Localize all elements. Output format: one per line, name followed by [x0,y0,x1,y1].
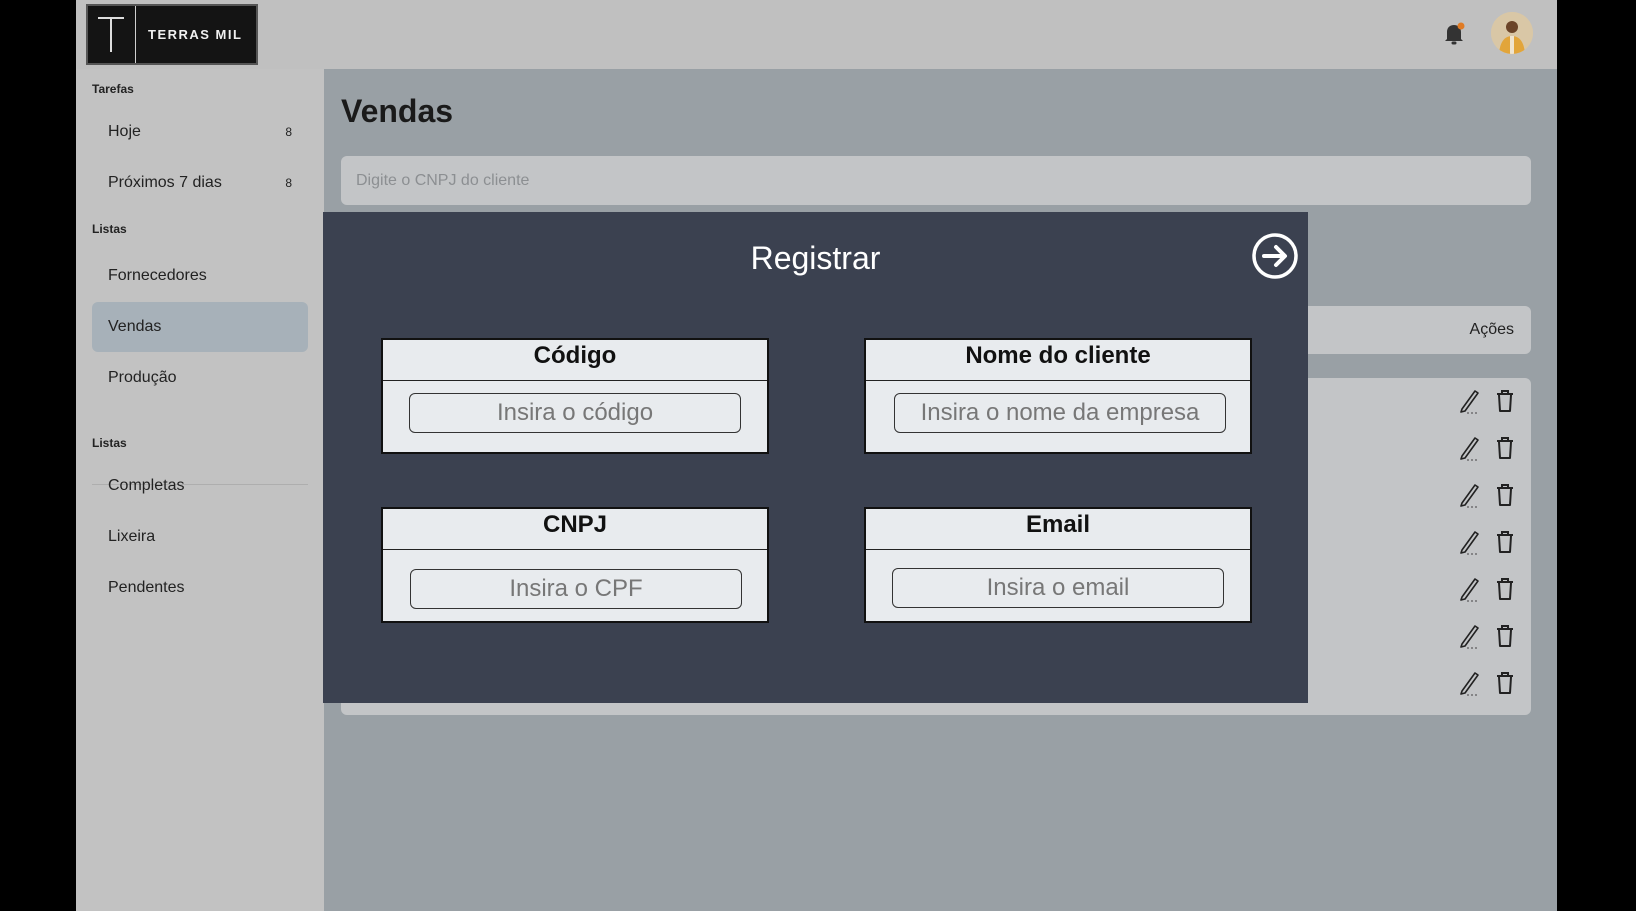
pencil-icon[interactable] [1458,529,1482,555]
sidebar-item-label: Lixeira [108,528,156,545]
top-bar: TERRAS MIL [76,0,1557,69]
trash-icon[interactable] [1494,624,1516,648]
trash-icon[interactable] [1494,389,1516,413]
sidebar-section-title-tarefas: Tarefas [92,82,134,96]
email-field: Email [864,507,1252,623]
cnpj-label: CNPJ [383,509,767,550]
pencil-icon[interactable] [1458,576,1482,602]
trash-icon[interactable] [1494,577,1516,601]
pencil-icon[interactable] [1458,670,1482,696]
sidebar-section-title-listas-2: Listas [92,436,127,450]
sidebar: Tarefas Hoje 8 Próximos 7 dias 8 Listas … [76,69,324,911]
nome-cliente-label: Nome do cliente [866,340,1250,381]
user-avatar[interactable] [1491,12,1533,54]
codigo-label: Código [383,340,767,381]
codigo-input[interactable] [409,393,741,433]
cnpj-search-input[interactable] [341,156,1531,205]
brand-logo[interactable]: TERRAS MIL [86,4,258,65]
sidebar-item-label: Pendentes [108,579,185,596]
sidebar-item-label: Hoje [108,123,141,140]
sidebar-item-count: 8 [285,176,292,190]
sidebar-item-label: Fornecedores [108,267,207,284]
sidebar-item-fornecedores[interactable]: Fornecedores [92,251,308,301]
trash-icon[interactable] [1494,436,1516,460]
bell-icon[interactable] [1441,20,1467,46]
trash-icon[interactable] [1494,530,1516,554]
sidebar-section-title-listas: Listas [92,222,127,236]
logo-mark-icon [88,6,136,63]
email-label: Email [866,509,1250,550]
sidebar-item-proximos-7-dias[interactable]: Próximos 7 dias 8 [92,158,308,208]
pencil-icon[interactable] [1458,482,1482,508]
email-input[interactable] [892,568,1224,608]
sidebar-item-producao[interactable]: Produção [92,353,308,403]
pencil-icon[interactable] [1458,388,1482,414]
sidebar-item-label: Vendas [108,318,162,335]
modal-title: Registrar [750,240,881,276]
sidebar-item-label: Produção [108,369,177,386]
brand-name: TERRAS MIL [148,27,243,42]
sidebar-item-count: 8 [285,125,292,139]
cnpj-field: CNPJ [381,507,769,623]
register-modal: Registrar Código Nome do cliente CNPJ Em… [323,212,1308,703]
pencil-icon[interactable] [1458,623,1482,649]
sidebar-item-lixeira[interactable]: Lixeira [92,512,308,562]
arrow-right-circle-icon[interactable] [1251,232,1299,280]
nome-cliente-field: Nome do cliente [864,338,1252,454]
sidebar-item-pendentes[interactable]: Pendentes [92,563,308,613]
sidebar-item-hoje[interactable]: Hoje 8 [92,107,308,157]
sidebar-item-label: Completas [108,477,185,494]
page-title: Vendas [341,93,454,129]
sidebar-item-completas[interactable]: Completas [92,461,308,511]
cnpj-input[interactable] [410,569,742,609]
actions-column-header: Ações [1469,321,1514,338]
nome-cliente-input[interactable] [894,393,1226,433]
sidebar-item-vendas[interactable]: Vendas [92,302,308,352]
codigo-field: Código [381,338,769,454]
sidebar-item-label: Próximos 7 dias [108,174,222,191]
trash-icon[interactable] [1494,483,1516,507]
trash-icon[interactable] [1494,671,1516,695]
pencil-icon[interactable] [1458,435,1482,461]
